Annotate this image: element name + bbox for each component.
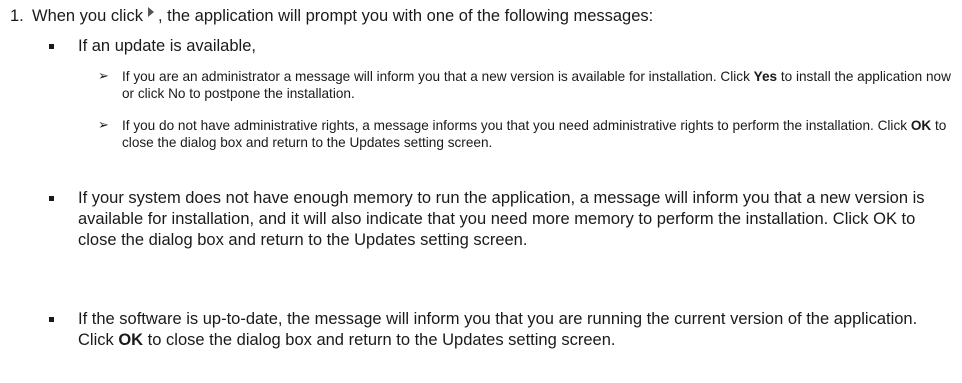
square-bullet-icon [49,317,54,322]
yes-label: Yes [753,69,778,84]
list-item-text: If your system does not have enough memo… [78,189,925,249]
step-text-before-icon: When you click [32,7,143,25]
sub-list-item-text: If you are an administrator a message wi… [122,69,951,101]
step-text-after-icon: , the application will prompt you with o… [157,7,654,25]
step-number: 1. [10,7,24,25]
document: 1. When you click , the application will … [0,0,962,383]
list-item-text: If an update is available, [78,37,256,55]
step-text: When you click , the application will pro… [32,6,653,27]
list-item-text: If the software is up-to-date, the messa… [78,310,918,349]
square-bullet-icon [49,196,54,201]
arrow-bullet-icon: ➢ [98,69,109,84]
play-arrow-icon [147,7,154,17]
arrow-bullet-icon: ➢ [98,118,109,133]
sub-list-item-text: If you do not have administrative rights… [122,118,947,150]
ok-label: OK [910,118,932,133]
ok-label: OK [118,331,144,349]
square-bullet-icon [49,44,54,49]
